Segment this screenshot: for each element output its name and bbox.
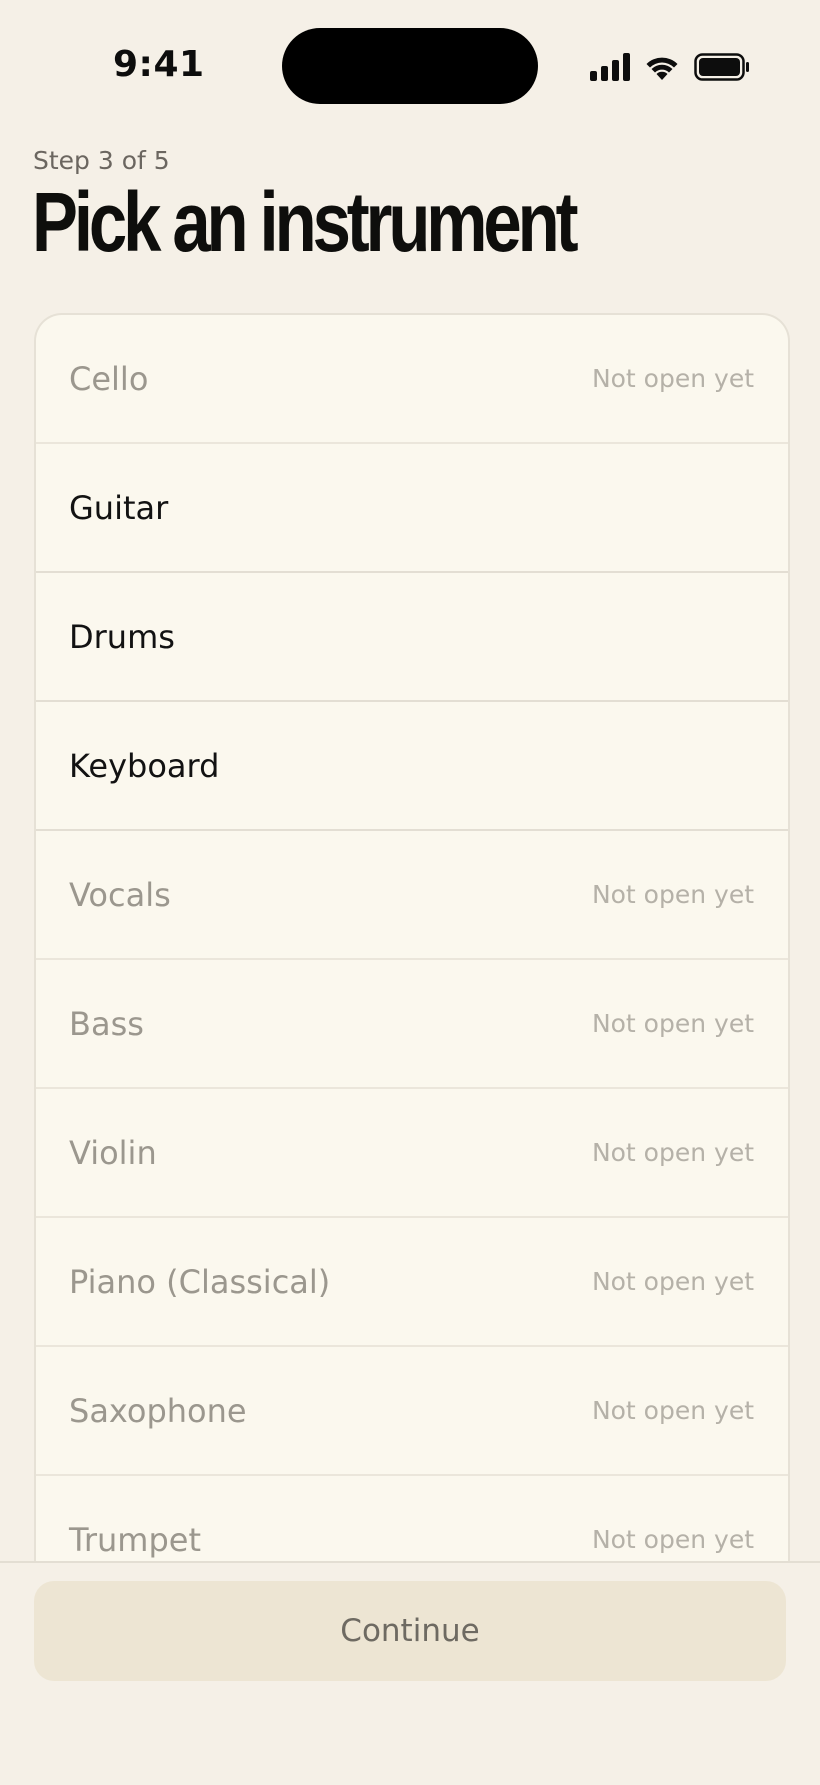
item-status: Not open yet xyxy=(591,1396,754,1425)
battery-icon xyxy=(694,53,750,81)
item-status: Not open yet xyxy=(591,1525,754,1554)
item-status: Not open yet xyxy=(591,1267,754,1296)
dynamic-island xyxy=(282,28,538,104)
wifi-icon xyxy=(644,53,680,81)
status-bar: 9:41 xyxy=(0,0,820,130)
list-item-piano-classical[interactable]: Piano (Classical) Not open yet xyxy=(36,1218,788,1347)
item-label: Guitar xyxy=(69,488,169,527)
continue-button[interactable]: Continue xyxy=(34,1581,786,1681)
status-icons xyxy=(590,50,750,84)
bottom-action-bar: Continue xyxy=(0,1561,820,1785)
list-item-keyboard[interactable]: Keyboard xyxy=(36,702,788,831)
item-label: Piano (Classical) xyxy=(69,1262,331,1301)
page-title: Pick an instrument xyxy=(32,175,579,269)
cellular-signal-icon xyxy=(590,53,630,81)
item-label: Saxophone xyxy=(69,1391,247,1430)
list-item-guitar[interactable]: Guitar xyxy=(36,444,788,573)
list-item-vocals[interactable]: Vocals Not open yet xyxy=(36,831,788,960)
item-label: Vocals xyxy=(69,875,171,914)
item-status: Not open yet xyxy=(591,880,754,909)
item-status: Not open yet xyxy=(591,1009,754,1038)
list-item-saxophone[interactable]: Saxophone Not open yet xyxy=(36,1347,788,1476)
item-label: Trumpet xyxy=(69,1520,201,1559)
instrument-list: Cello Not open yet Guitar Drums Keyboard… xyxy=(34,313,790,1565)
list-item-bass[interactable]: Bass Not open yet xyxy=(36,960,788,1089)
list-item-trumpet[interactable]: Trumpet Not open yet xyxy=(36,1476,788,1565)
item-label: Drums xyxy=(69,617,175,656)
list-item-cello[interactable]: Cello Not open yet xyxy=(36,315,788,444)
item-status: Not open yet xyxy=(591,1138,754,1167)
list-item-violin[interactable]: Violin Not open yet xyxy=(36,1089,788,1218)
item-label: Bass xyxy=(69,1004,144,1043)
item-status: Not open yet xyxy=(591,364,754,393)
step-indicator: Step 3 of 5 xyxy=(33,146,170,175)
list-item-drums[interactable]: Drums xyxy=(36,573,788,702)
status-time: 9:41 xyxy=(113,44,205,85)
item-label: Cello xyxy=(69,359,149,398)
item-label: Violin xyxy=(69,1133,157,1172)
item-label: Keyboard xyxy=(69,746,220,785)
